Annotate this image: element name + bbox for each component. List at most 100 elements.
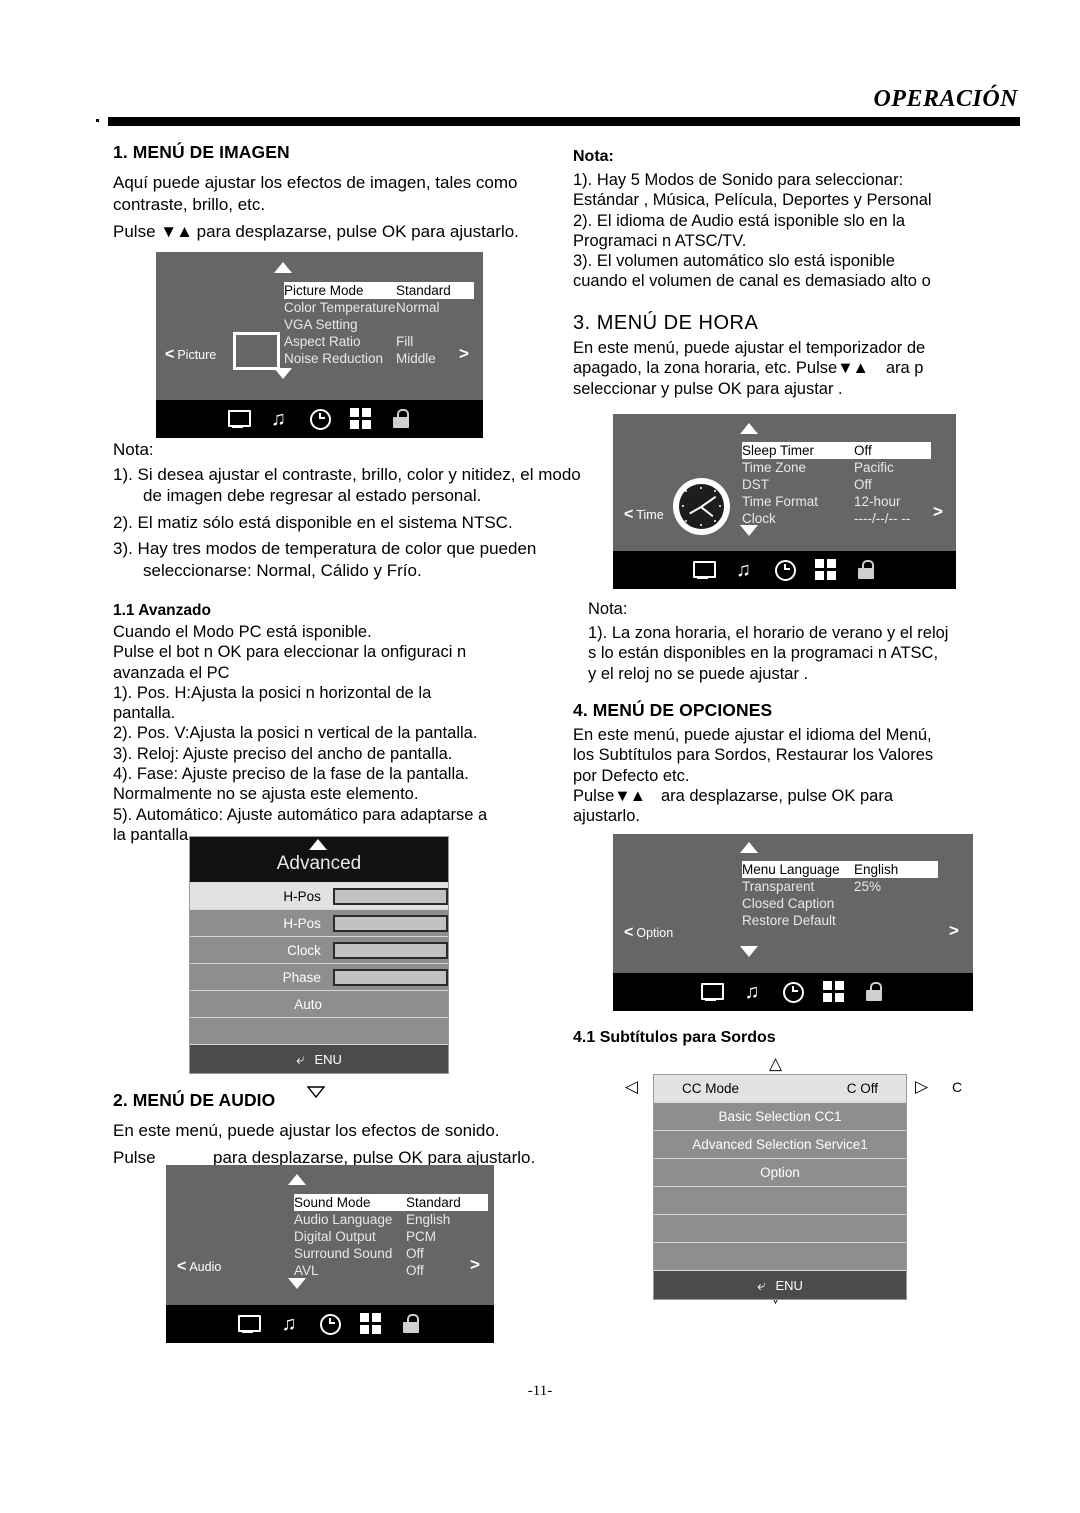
updown-arrow-icon-3: ▼▲ xyxy=(837,359,869,378)
row-value: Middle xyxy=(396,351,436,366)
monitor-icon[interactable] xyxy=(700,981,724,1003)
clock-icon[interactable] xyxy=(319,1313,341,1335)
menu-exit-label: ENU xyxy=(775,1277,803,1293)
section-1-1-line-1: Cuando el Modo PC está isponible. xyxy=(113,623,372,641)
osd-row[interactable]: Digital Output PCM xyxy=(294,1228,488,1245)
row-value: English xyxy=(406,1212,451,1227)
picture-side-label[interactable]: < Picture xyxy=(165,346,216,364)
grid-icon[interactable] xyxy=(349,408,372,430)
advanced-row-hpos-1[interactable]: H-Pos xyxy=(190,882,448,909)
prev-menu-chevron-icon[interactable]: < xyxy=(165,346,174,364)
next-menu-chevron-icon[interactable]: > xyxy=(949,921,959,941)
note-label-right-1: Nota: xyxy=(573,148,614,165)
option-side-label[interactable]: < Option xyxy=(624,924,673,942)
advanced-row-hpos-2[interactable]: H-Pos xyxy=(190,909,448,936)
cc-left-arrow-icon[interactable]: ◁ xyxy=(625,1078,638,1095)
section-4-heading: 4. MENÚ DE OPCIONES xyxy=(573,700,773,720)
analog-clock-icon xyxy=(673,478,730,535)
scroll-up-arrow-icon[interactable] xyxy=(274,262,292,273)
row-key: Menu Language xyxy=(742,862,840,877)
prev-menu-chevron-icon[interactable]: < xyxy=(624,506,633,524)
section-2-block: 2. MENÚ DE AUDIO En este menú, puede aju… xyxy=(113,1090,583,1174)
right-note-item: 2). El idioma de Audio está isponible sl… xyxy=(573,211,906,230)
audio-osd-panel: < Audio > Sound Mode Standard Audio Lang… xyxy=(166,1165,494,1343)
osd-row[interactable]: AVL Off xyxy=(294,1262,488,1279)
scroll-up-arrow-icon[interactable] xyxy=(309,839,327,850)
return-arrow-icon: ⤷ xyxy=(757,1276,766,1294)
lock-icon[interactable] xyxy=(391,408,413,430)
cc-up-arrow-icon[interactable]: △ xyxy=(769,1055,782,1072)
scroll-up-arrow-icon[interactable] xyxy=(740,842,758,853)
osd-row[interactable]: DST Off xyxy=(742,476,931,493)
monitor-icon[interactable] xyxy=(237,1313,261,1335)
clock-icon[interactable] xyxy=(774,559,796,581)
cc-row-advanced-selection[interactable]: Advanced Selection Service1 xyxy=(654,1130,906,1158)
cc-right-arrow-icon[interactable]: ▷ xyxy=(915,1078,928,1095)
osd-row[interactable]: Surround Sound Off xyxy=(294,1245,488,1262)
advanced-row-phase[interactable]: Phase xyxy=(190,963,448,990)
lock-icon[interactable] xyxy=(401,1313,423,1335)
advanced-osd-footer[interactable]: ⤷ ENU xyxy=(190,1044,448,1073)
monitor-icon[interactable] xyxy=(692,559,716,581)
pulse-label-1: Pulse xyxy=(113,222,156,242)
osd-row[interactable]: Transparent 25% xyxy=(742,878,938,895)
cc-header-row[interactable]: CC Mode C Off xyxy=(654,1075,906,1102)
section-1-instruction: Pulse ▼▲ para desplazarse, pulse OK para… xyxy=(113,221,573,243)
osd-row[interactable]: Aspect Ratio Fill xyxy=(284,333,474,350)
grid-icon[interactable] xyxy=(814,559,837,581)
lock-icon[interactable] xyxy=(864,981,886,1003)
osd-row[interactable]: Restore Default xyxy=(742,912,938,929)
scroll-down-arrow-icon[interactable] xyxy=(288,1278,306,1289)
osd-row[interactable]: Closed Caption xyxy=(742,895,938,912)
next-menu-chevron-icon[interactable]: > xyxy=(933,502,943,522)
music-icon[interactable]: ♫ xyxy=(741,981,763,1003)
scroll-up-arrow-icon[interactable] xyxy=(740,423,758,434)
grid-icon[interactable] xyxy=(360,1313,382,1335)
row-value: Standard xyxy=(396,283,451,298)
cc-mode-label: CC Mode xyxy=(682,1081,740,1096)
right-note-item: Estándar , Música, Película, Deportes y … xyxy=(573,191,932,210)
osd-row[interactable]: Noise Reduction Middle xyxy=(284,350,474,367)
return-arrow-icon: ⤷ xyxy=(296,1050,305,1068)
note-label-1: Nota: xyxy=(113,440,154,459)
row-key: Sound Mode xyxy=(294,1195,371,1210)
scroll-down-arrow-icon[interactable] xyxy=(740,946,758,957)
hpos-slider-2[interactable] xyxy=(332,914,448,932)
clock-slider[interactable] xyxy=(332,941,448,959)
scroll-up-arrow-icon[interactable] xyxy=(288,1174,306,1185)
music-icon[interactable]: ♫ xyxy=(268,408,290,430)
advanced-row-clock[interactable]: Clock xyxy=(190,936,448,963)
audio-side-label[interactable]: < Audio xyxy=(177,1258,221,1276)
lock-icon[interactable] xyxy=(856,559,878,581)
music-icon[interactable]: ♫ xyxy=(278,1313,300,1335)
cc-row-basic-selection[interactable]: Basic Selection CC1 xyxy=(654,1102,906,1130)
clock-icon[interactable] xyxy=(782,981,804,1003)
time-side-label[interactable]: < Time xyxy=(624,506,664,524)
osd-row[interactable]: Clock ----/--/-- -- xyxy=(742,510,931,527)
osd-row[interactable]: Sound Mode Standard xyxy=(294,1194,488,1211)
osd-row[interactable]: VGA Setting xyxy=(284,316,474,333)
advanced-row-auto[interactable]: Auto xyxy=(190,990,448,1017)
prev-menu-chevron-icon[interactable]: < xyxy=(177,1258,186,1276)
clock-icon[interactable] xyxy=(309,408,331,430)
cc-row-option[interactable]: Option xyxy=(654,1158,906,1186)
osd-row[interactable]: Sleep Timer Off xyxy=(742,442,931,459)
cc-osd-footer[interactable]: ⤷ ENU xyxy=(654,1270,906,1299)
cc-row-label: Option xyxy=(760,1165,800,1180)
osd-row[interactable]: Picture Mode Standard xyxy=(284,282,474,299)
advanced-osd-panel: Advanced H-Pos H-Pos Clock Phase Auto ⤷ … xyxy=(189,836,449,1074)
osd-row[interactable]: Audio Language English xyxy=(294,1211,488,1228)
phase-slider[interactable] xyxy=(332,968,448,986)
osd-row[interactable]: Time Zone Pacific xyxy=(742,459,931,476)
monitor-icon[interactable] xyxy=(227,408,251,430)
music-icon[interactable]: ♫ xyxy=(733,559,755,581)
row-key: DST xyxy=(742,477,769,492)
section-3-heading: 3. MENÚ DE HORA xyxy=(573,312,759,334)
prev-menu-chevron-icon[interactable]: < xyxy=(624,924,633,942)
grid-icon[interactable] xyxy=(823,981,845,1003)
osd-row[interactable]: Time Format 12-hour xyxy=(742,493,931,510)
right-column: Nota: 1). Hay 5 Modos de Sonido para sel… xyxy=(573,148,1023,292)
osd-row[interactable]: Menu Language English xyxy=(742,861,938,878)
hpos-slider-1[interactable] xyxy=(332,887,448,905)
osd-row[interactable]: Color Temperature Normal xyxy=(284,299,474,316)
